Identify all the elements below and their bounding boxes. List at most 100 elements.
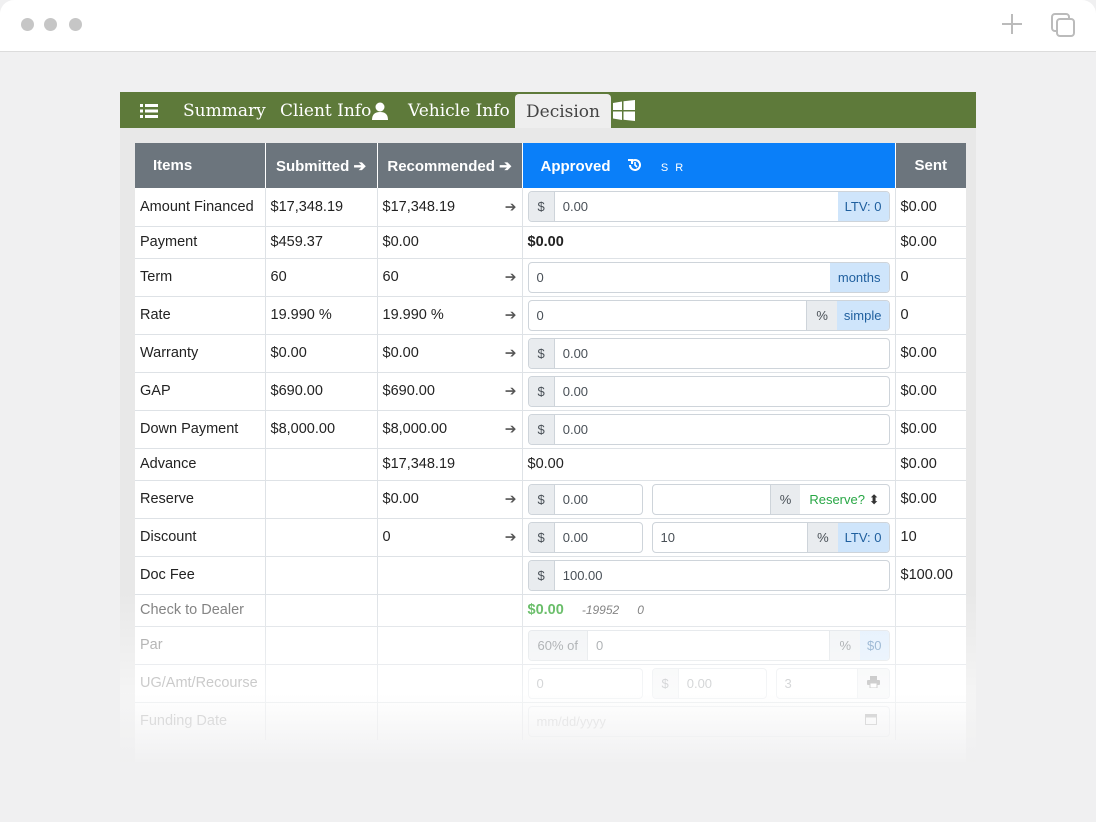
approved-cell: 0 months: [522, 257, 896, 296]
input-value[interactable]: 0.00: [555, 485, 642, 514]
discount-percent-input[interactable]: 10% LTV: 0: [651, 521, 890, 553]
doc-fee-input[interactable]: $100.00: [527, 559, 890, 591]
rate-input[interactable]: 0% simple: [527, 299, 890, 331]
tab-decision[interactable]: Decision: [515, 94, 611, 128]
print-icon[interactable]: [856, 668, 889, 698]
approved-value: $0.00: [522, 225, 896, 258]
copy-arrow-icon[interactable]: ➔: [505, 307, 517, 324]
copy-arrow-icon[interactable]: ➔: [505, 383, 517, 400]
copy-tabs-icon[interactable]: [1050, 12, 1076, 38]
tab-summary[interactable]: Summary: [183, 92, 266, 128]
row-label: Check to Dealer: [135, 593, 266, 626]
tab-client-info[interactable]: Client Info: [280, 92, 371, 128]
window-dot-1[interactable]: [21, 18, 34, 31]
input-value[interactable]: 0: [529, 301, 807, 330]
submitted-value: [265, 701, 378, 740]
row-label: Term: [135, 257, 266, 296]
submitted-value: [265, 625, 378, 664]
header-submitted-label: Submitted: [275, 157, 350, 175]
submitted-value: $690.00: [265, 371, 378, 410]
recourse-input[interactable]: 3: [775, 667, 890, 699]
row-gap: GAP $690.00 $690.00 ➔ $0.00 $0.00: [135, 371, 966, 410]
row-label: UG/Amt/Recourse: [135, 663, 266, 702]
amount-financed-input[interactable]: $0.00 LTV: 0: [527, 191, 890, 223]
par-prefix: 60% of: [528, 630, 588, 660]
months-badge: months: [829, 262, 889, 292]
reserve-percent-input[interactable]: % Reserve? ⬍: [651, 483, 890, 515]
input-value[interactable]: 0: [529, 669, 642, 698]
row-label: Reserve: [135, 479, 266, 518]
recommended-value: 19.990 %: [382, 307, 444, 323]
row-down-payment: Down Payment $8,000.00 $8,000.00 ➔ $0.00 …: [135, 409, 966, 448]
copy-arrow-icon[interactable]: ➔: [505, 198, 517, 215]
dollar-prefix: $: [528, 338, 555, 368]
copy-arrow-icon[interactable]: ➔: [505, 529, 517, 546]
warranty-input[interactable]: $0.00: [527, 337, 890, 369]
input-value[interactable]: 0.00: [555, 339, 889, 368]
row-funding-date: Funding Date mm/dd/yyyy: [135, 701, 966, 740]
ug-inputs: 0 $0.00 3: [527, 667, 890, 699]
table-header-row: Items Submitted ➔ Recommended ➔ Approved…: [135, 143, 966, 188]
calendar-icon[interactable]: [853, 707, 889, 736]
input-value[interactable]: 10: [653, 523, 808, 552]
input-value[interactable]: 0.00: [555, 415, 889, 444]
simple-toggle[interactable]: simple: [836, 300, 889, 330]
input-value[interactable]: 0.00: [555, 192, 838, 221]
history-icon[interactable]: [627, 157, 643, 173]
header-approved-label: Approved: [540, 157, 611, 175]
check-amount: $0.00: [527, 602, 564, 618]
par-input[interactable]: 60% of 0% $0: [527, 629, 890, 661]
header-recommended[interactable]: Recommended ➔: [377, 143, 523, 188]
check-note-2: 0: [637, 603, 644, 617]
menu-icon[interactable]: [140, 104, 158, 118]
approved-cell: $0.00: [522, 333, 896, 372]
sent-value: [895, 701, 966, 740]
recommended-value: [377, 663, 523, 702]
row-label: Doc Fee: [135, 555, 266, 594]
input-value[interactable]: 100.00: [555, 561, 889, 590]
copy-arrow-icon[interactable]: ➔: [505, 421, 517, 438]
row-label: Advance: [135, 447, 266, 480]
copy-arrow-icon[interactable]: ➔: [505, 345, 517, 362]
reserve-amount-input[interactable]: $0.00: [527, 483, 643, 515]
input-value[interactable]: 3: [777, 669, 857, 698]
ug-input[interactable]: 0: [527, 667, 643, 699]
copy-arrow-icon[interactable]: ➔: [505, 269, 517, 286]
input-value[interactable]: 0.00: [679, 669, 766, 698]
approved-cell: $0.00: [522, 371, 896, 410]
ltv-badge: LTV: 0: [837, 522, 889, 552]
dollar-prefix: $: [528, 414, 555, 444]
windows-icon[interactable]: [613, 100, 635, 121]
input-value[interactable]: 0: [529, 263, 830, 292]
input-value[interactable]: 0.00: [555, 377, 889, 406]
reserve-select[interactable]: Reserve? ⬍: [800, 485, 888, 514]
approver-initials: S R: [660, 161, 686, 174]
row-label: Payment: [135, 225, 266, 258]
input-value[interactable]: 0: [588, 631, 829, 660]
percent-suffix: %: [806, 300, 837, 330]
copy-arrow-icon[interactable]: ➔: [505, 491, 517, 508]
input-value[interactable]: 0.00: [555, 523, 642, 552]
discount-amount-input[interactable]: $0.00: [527, 521, 643, 553]
approved-cell: 0 $0.00 3: [522, 663, 896, 702]
header-items: Items: [135, 143, 266, 188]
input-value[interactable]: [653, 485, 770, 514]
tab-vehicle-info[interactable]: Vehicle Info: [408, 92, 510, 128]
window-dot-3[interactable]: [69, 18, 82, 31]
funding-date-input[interactable]: mm/dd/yyyy: [527, 705, 890, 737]
recommended-value: 0: [382, 529, 391, 545]
dollar-prefix: $: [528, 192, 555, 222]
plus-icon[interactable]: [1000, 12, 1024, 36]
amt-input[interactable]: $0.00: [651, 667, 767, 699]
recommended-value: $17,348.19: [377, 447, 523, 480]
reserve-inputs: $0.00 % Reserve? ⬍: [527, 483, 890, 515]
header-submitted[interactable]: Submitted ➔: [265, 143, 378, 188]
window-dot-2[interactable]: [44, 18, 57, 31]
row-label: Funding Date: [135, 701, 266, 740]
dollar-prefix: $: [528, 376, 555, 406]
term-input[interactable]: 0 months: [527, 261, 890, 293]
row-label: Warranty: [135, 333, 266, 372]
app-container: Summary Client Info Vehicle Info Decisio…: [120, 92, 976, 762]
gap-input[interactable]: $0.00: [527, 375, 890, 407]
down-payment-input[interactable]: $0.00: [527, 413, 890, 445]
